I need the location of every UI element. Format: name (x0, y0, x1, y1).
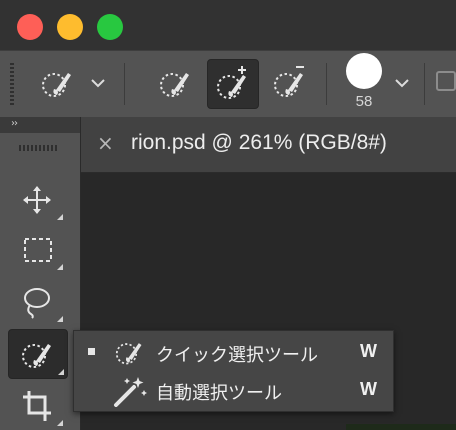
options-bar-grip[interactable] (10, 63, 14, 105)
sample-all-layers-checkbox[interactable] (436, 71, 456, 91)
brush-preset-chevron-down-icon[interactable] (394, 77, 410, 89)
tool-group-indicator (57, 316, 63, 322)
close-document-icon[interactable]: × (97, 131, 114, 155)
options-separator (124, 63, 125, 105)
add-to-selection-button[interactable] (207, 59, 259, 109)
canvas-image-edge (346, 424, 456, 430)
lasso-tool-button[interactable] (8, 277, 66, 325)
move-tool-button[interactable] (8, 175, 66, 223)
preset-chevron-down-icon[interactable] (90, 77, 106, 89)
selected-bullet (88, 348, 95, 355)
document-title: rion.psd @ 261% (RGB/8#) (131, 131, 387, 154)
flyout-item-shortcut: W (360, 341, 377, 361)
document-tab[interactable]: × rion.psd @ 261% (RGB/8#) (81, 117, 456, 173)
new-selection-icon[interactable] (156, 65, 196, 101)
marquee-tool-button[interactable] (8, 225, 66, 273)
toolbox-panel: ›› (0, 117, 80, 430)
tool-group-indicator (57, 214, 63, 220)
quick-selection-icon (115, 343, 142, 365)
marquee-tool-icon (24, 238, 52, 262)
lasso-tool-icon (24, 288, 50, 319)
tool-group-indicator (57, 420, 63, 426)
options-bar (0, 50, 456, 117)
quick-selection-preset-icon[interactable] (38, 65, 78, 101)
toolbox-collapse-button[interactable]: ›› (0, 117, 80, 133)
options-separator (326, 63, 327, 105)
subtract-from-selection-icon[interactable] (270, 61, 314, 101)
flyout-item-magic-wand[interactable]: 自動選択ツール W (74, 371, 393, 409)
magic-wand-icon (114, 377, 147, 407)
tool-group-indicator (58, 369, 64, 375)
quick-selection-tool-button[interactable] (8, 329, 68, 379)
flyout-item-quick-selection[interactable]: クイック選択ツール W (74, 333, 393, 371)
flyout-item-label: 自動選択ツール (156, 383, 282, 404)
options-separator (424, 63, 425, 105)
crop-tool-button[interactable] (8, 381, 66, 429)
tool-flyout-menu: クイック選択ツール W 自動選択ツール W (73, 330, 394, 412)
brush-preset-icon[interactable] (346, 53, 382, 89)
flyout-item-shortcut: W (360, 379, 377, 399)
window-zoom-button[interactable] (97, 14, 123, 40)
crop-tool-icon (23, 391, 51, 421)
collapse-label: ›› (11, 118, 18, 129)
tool-group-indicator (57, 264, 63, 270)
window-close-button[interactable] (17, 14, 43, 40)
move-tool-icon (23, 186, 51, 214)
window-minimize-button[interactable] (57, 14, 83, 40)
brush-size-value: 58 (355, 93, 373, 110)
toolbox-grip[interactable] (19, 145, 59, 151)
add-to-selection-icon (217, 66, 246, 99)
flyout-item-label: クイック選択ツール (156, 345, 318, 366)
window-titlebar (0, 0, 456, 50)
quick-selection-tool-icon (22, 344, 51, 368)
